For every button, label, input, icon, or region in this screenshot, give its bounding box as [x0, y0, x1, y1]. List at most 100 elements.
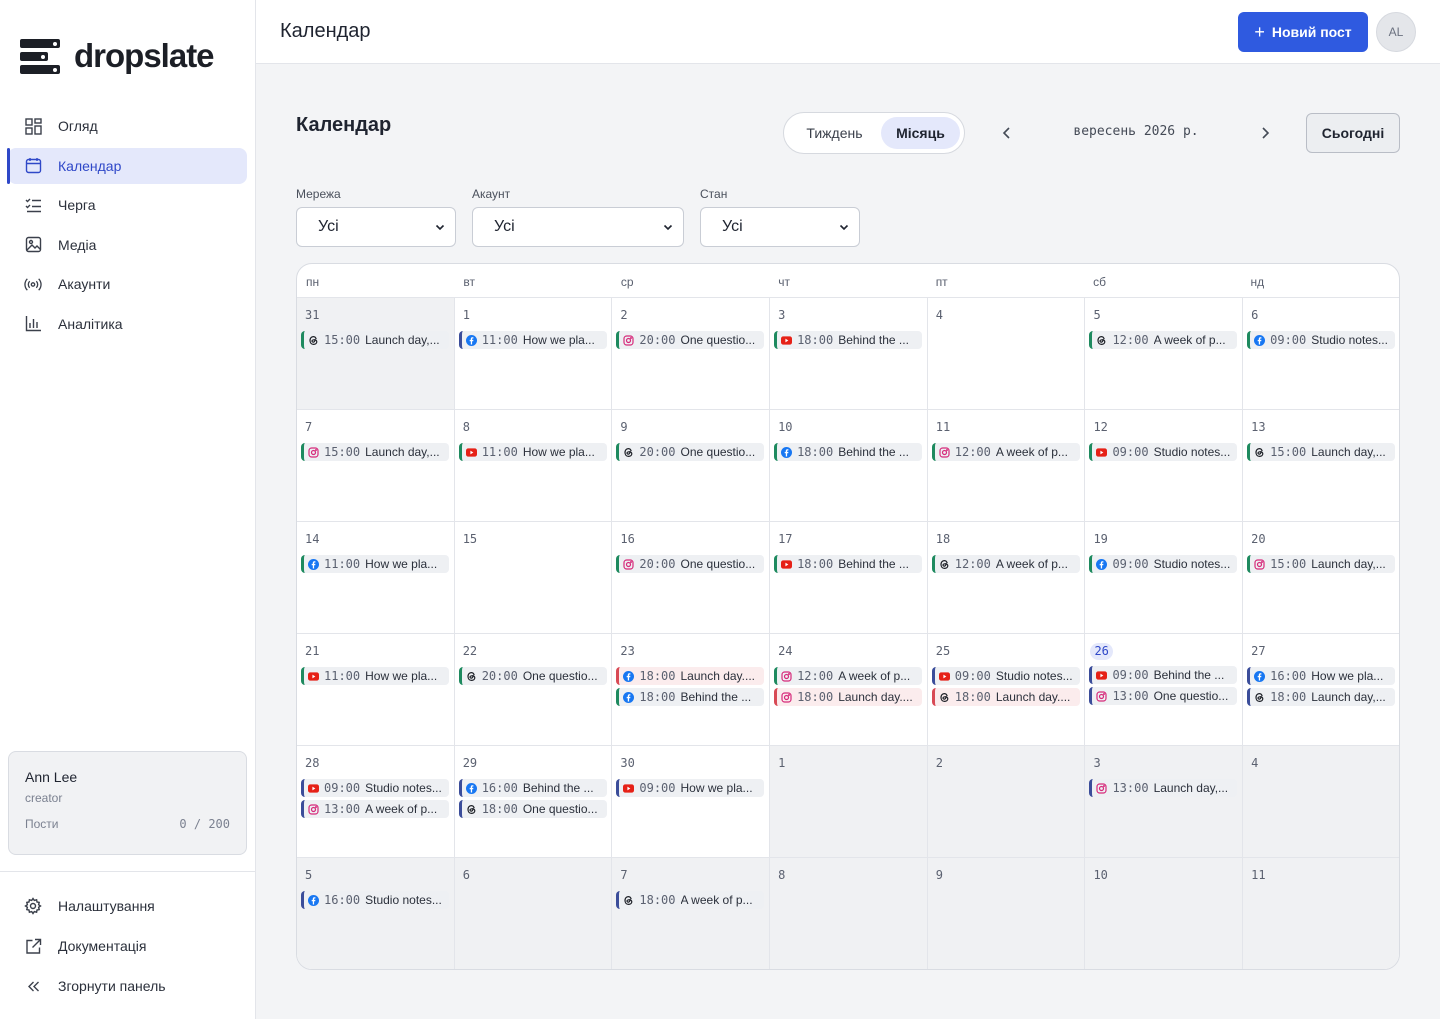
sidebar-item-external-link[interactable]: Документація: [8, 928, 247, 964]
event-chip[interactable]: 16:00 Behind the ...: [458, 779, 607, 797]
day-cell[interactable]: 5 12:00 A week of p...: [1085, 298, 1244, 409]
day-cell[interactable]: 1 11:00 How we pla...: [454, 298, 613, 409]
logo[interactable]: dropslate: [20, 37, 215, 75]
event-chip[interactable]: 15:00 Launch day,...: [301, 331, 449, 349]
filter-network-select[interactable]: Усі: [296, 207, 456, 247]
sidebar-item-queue-list[interactable]: Черга: [8, 187, 247, 223]
event-chip[interactable]: 20:00 One questio...: [616, 555, 765, 573]
day-cell[interactable]: 12 09:00 Studio notes...: [1085, 410, 1244, 521]
event-chip[interactable]: 09:00 Studio notes...: [301, 779, 449, 797]
event-chip[interactable]: 18:00 Behind the ...: [774, 443, 923, 461]
event-chip[interactable]: 09:00 Studio notes...: [1247, 331, 1396, 349]
sidebar-item-bar-chart[interactable]: Аналітика: [8, 306, 247, 342]
day-cell[interactable]: 11 12:00 A week of p...: [927, 410, 1086, 521]
sidebar-item-gear[interactable]: Налаштування: [8, 888, 247, 924]
new-post-button[interactable]: + Новий пост: [1238, 12, 1368, 52]
event-chip[interactable]: 12:00 A week of p...: [774, 667, 923, 685]
event-chip[interactable]: 09:00 Behind the ...: [1089, 666, 1238, 684]
day-cell[interactable]: 2: [927, 746, 1086, 857]
day-cell[interactable]: 11: [1243, 858, 1399, 969]
day-cell[interactable]: 2 20:00 One questio...: [612, 298, 771, 409]
day-cell[interactable]: 7 18:00 A week of p...: [612, 858, 771, 969]
view-week-button[interactable]: Тиждень: [788, 117, 881, 149]
day-cell[interactable]: 20 15:00 Launch day,...: [1243, 522, 1399, 633]
event-chip[interactable]: 13:00 Launch day,...: [1089, 779, 1238, 797]
event-chip[interactable]: 20:00 One questio...: [458, 667, 607, 685]
day-cell[interactable]: 7 15:00 Launch day,...: [297, 410, 455, 521]
event-chip[interactable]: 13:00 A week of p...: [301, 800, 449, 818]
day-cell[interactable]: 8 11:00 How we pla...: [454, 410, 613, 521]
event-chip[interactable]: 12:00 A week of p...: [931, 555, 1080, 573]
day-cell[interactable]: 26 09:00 Behind the ... 13:00 One questio...: [1085, 634, 1244, 745]
event-chip[interactable]: 18:00 One questio...: [458, 800, 607, 818]
day-cell[interactable]: 19 09:00 Studio notes...: [1085, 522, 1244, 633]
day-cell[interactable]: 31 15:00 Launch day,...: [297, 298, 455, 409]
day-cell[interactable]: 25 09:00 Studio notes... 18:00 Launch day...…: [927, 634, 1086, 745]
event-chip[interactable]: 15:00 Launch day,...: [1247, 555, 1396, 573]
day-cell[interactable]: 24 12:00 A week of p... 18:00 Launch day....: [770, 634, 928, 745]
day-cell[interactable]: 8: [770, 858, 928, 969]
day-cell[interactable]: 10: [1085, 858, 1244, 969]
event-chip[interactable]: 11:00 How we pla...: [301, 555, 449, 573]
event-chip[interactable]: 18:00 Behind the ...: [616, 688, 765, 706]
prev-month-button[interactable]: [995, 120, 1019, 146]
sidebar-item-calendar[interactable]: Календар: [7, 147, 247, 184]
event-chip[interactable]: 13:00 One questio...: [1089, 687, 1238, 705]
day-cell[interactable]: 28 09:00 Studio notes... 13:00 A week of p..…: [297, 746, 455, 857]
day-cell[interactable]: 29 16:00 Behind the ... 18:00 One questio...: [454, 746, 613, 857]
day-cell[interactable]: 22 20:00 One questio...: [454, 634, 613, 745]
user-card[interactable]: Ann Lee creator Пости 0 / 200: [8, 751, 247, 855]
day-cell[interactable]: 6: [454, 858, 613, 969]
event-chip[interactable]: 11:00 How we pla...: [458, 443, 607, 461]
event-chip[interactable]: 20:00 One questio...: [616, 331, 765, 349]
day-cell[interactable]: 3 13:00 Launch day,...: [1085, 746, 1244, 857]
sidebar-item-broadcast[interactable]: Акаунти: [8, 266, 247, 302]
event-chip[interactable]: 18:00 Behind the ...: [774, 555, 923, 573]
event-chip[interactable]: 20:00 One questio...: [616, 443, 765, 461]
avatar[interactable]: AL: [1376, 12, 1416, 52]
day-cell[interactable]: 14 11:00 How we pla...: [297, 522, 455, 633]
event-chip[interactable]: 15:00 Launch day,...: [1247, 443, 1396, 461]
filter-status-select[interactable]: Усі: [700, 207, 860, 247]
day-cell[interactable]: 4: [1243, 746, 1399, 857]
day-cell[interactable]: 9: [927, 858, 1086, 969]
filter-account-select[interactable]: Усі: [472, 207, 684, 247]
event-chip[interactable]: 18:00 A week of p...: [616, 891, 765, 909]
view-month-button[interactable]: Місяць: [880, 117, 960, 149]
event-chip[interactable]: 11:00 How we pla...: [301, 667, 449, 685]
event-chip[interactable]: 09:00 How we pla...: [616, 779, 765, 797]
day-cell[interactable]: 15: [454, 522, 613, 633]
day-cell[interactable]: 17 18:00 Behind the ...: [770, 522, 928, 633]
event-chip[interactable]: 16:00 Studio notes...: [301, 891, 449, 909]
event-chip[interactable]: 12:00 A week of p...: [931, 443, 1080, 461]
day-cell[interactable]: 10 18:00 Behind the ...: [770, 410, 928, 521]
day-cell[interactable]: 27 16:00 How we pla... 18:00 Launch day,...: [1243, 634, 1399, 745]
sidebar-item-collapse[interactable]: Згорнути панель: [8, 968, 247, 1004]
sidebar-item-grid[interactable]: Огляд: [8, 108, 247, 144]
day-cell[interactable]: 13 15:00 Launch day,...: [1243, 410, 1399, 521]
event-chip[interactable]: 18:00 Launch day....: [931, 688, 1080, 706]
event-chip[interactable]: 18:00 Launch day,...: [1247, 688, 1396, 706]
day-cell[interactable]: 30 09:00 How we pla...: [612, 746, 771, 857]
event-chip[interactable]: 12:00 A week of p...: [1089, 331, 1238, 349]
event-chip[interactable]: 16:00 How we pla...: [1247, 667, 1396, 685]
day-cell[interactable]: 3 18:00 Behind the ...: [770, 298, 928, 409]
today-button[interactable]: Сьогодні: [1306, 113, 1400, 153]
day-cell[interactable]: 18 12:00 A week of p...: [927, 522, 1086, 633]
event-chip[interactable]: 18:00 Launch day....: [616, 667, 765, 685]
event-chip[interactable]: 09:00 Studio notes...: [1089, 555, 1238, 573]
event-chip[interactable]: 09:00 Studio notes...: [931, 667, 1080, 685]
event-chip[interactable]: 18:00 Launch day....: [774, 688, 923, 706]
day-cell[interactable]: 1: [770, 746, 928, 857]
next-month-button[interactable]: [1253, 120, 1277, 146]
day-cell[interactable]: 21 11:00 How we pla...: [297, 634, 455, 745]
day-cell[interactable]: 6 09:00 Studio notes...: [1243, 298, 1399, 409]
day-cell[interactable]: 23 18:00 Launch day.... 18:00 Behind the ...: [612, 634, 771, 745]
sidebar-item-image[interactable]: Медіа: [8, 227, 247, 263]
event-chip[interactable]: 18:00 Behind the ...: [774, 331, 923, 349]
event-chip[interactable]: 09:00 Studio notes...: [1089, 443, 1238, 461]
event-chip[interactable]: 11:00 How we pla...: [458, 331, 607, 349]
day-cell[interactable]: 9 20:00 One questio...: [612, 410, 771, 521]
day-cell[interactable]: 4: [927, 298, 1086, 409]
day-cell[interactable]: 16 20:00 One questio...: [612, 522, 771, 633]
